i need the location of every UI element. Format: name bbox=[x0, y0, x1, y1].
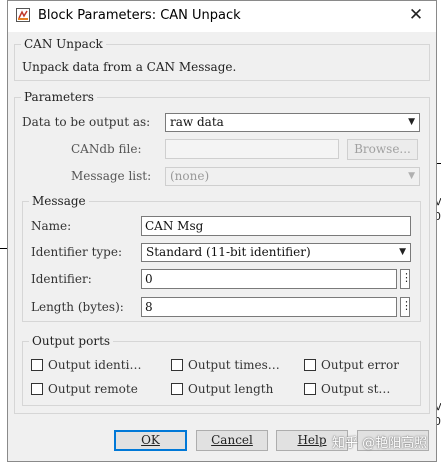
chevron-down-icon: ▼ bbox=[399, 247, 406, 257]
chevron-down-icon: ▼ bbox=[408, 171, 415, 181]
parameters-legend: Parameters bbox=[24, 90, 94, 104]
block-parameters-dialog: Block Parameters: CAN Unpack ✕ CAN Unpac… bbox=[7, 0, 437, 462]
background-line bbox=[437, 163, 441, 164]
browse-button[interactable]: Browse... bbox=[347, 139, 418, 160]
identifier-more-icon[interactable]: ⋮ bbox=[400, 269, 412, 289]
ok-button[interactable]: OK bbox=[114, 430, 187, 451]
length-field[interactable]: 8 bbox=[141, 297, 397, 317]
length-label: Length (bytes): bbox=[31, 300, 124, 314]
close-icon[interactable]: ✕ bbox=[406, 5, 426, 25]
message-legend: Message bbox=[32, 194, 86, 208]
cancel-button-label: Cancel bbox=[211, 433, 253, 447]
help-button-label: Help bbox=[297, 433, 327, 447]
title-bar[interactable]: Block Parameters: CAN Unpack ✕ bbox=[8, 1, 436, 32]
simulink-block-icon bbox=[16, 8, 30, 22]
candb-file-field[interactable] bbox=[165, 139, 339, 159]
output-as-dropdown[interactable]: raw data ▼ bbox=[165, 113, 420, 132]
identifier-label: Identifier: bbox=[31, 272, 92, 286]
output-length-checkbox[interactable] bbox=[171, 383, 183, 395]
window-title: Block Parameters: CAN Unpack bbox=[38, 8, 241, 23]
output-remote-label[interactable]: Output remote bbox=[48, 382, 138, 396]
identifier-type-label: Identifier type: bbox=[31, 245, 122, 259]
length-more-icon[interactable]: ⋮ bbox=[400, 297, 412, 317]
output-as-value: raw data bbox=[170, 115, 224, 129]
output-length-label[interactable]: Output length bbox=[188, 382, 273, 396]
message-list-value: (none) bbox=[170, 169, 210, 183]
output-status-checkbox[interactable] bbox=[304, 383, 316, 395]
output-remote-checkbox[interactable] bbox=[31, 383, 43, 395]
chevron-down-icon: ▼ bbox=[408, 117, 415, 127]
output-identifier-label[interactable]: Output identi… bbox=[48, 358, 141, 372]
message-name-field[interactable]: CAN Msg bbox=[141, 216, 411, 236]
output-timestamp-checkbox[interactable] bbox=[171, 359, 183, 371]
identifier-type-value: Standard (11-bit identifier) bbox=[146, 245, 311, 259]
candb-file-label: CANdb file: bbox=[71, 142, 142, 156]
description-text: Unpack data from a CAN Message. bbox=[22, 60, 237, 74]
description-legend: CAN Unpack bbox=[24, 37, 103, 51]
output-timestamp-label[interactable]: Output times… bbox=[188, 358, 280, 372]
output-status-label[interactable]: Output st… bbox=[321, 382, 390, 396]
description-group: CAN Unpack bbox=[14, 37, 430, 81]
ok-button-label: OK bbox=[141, 433, 160, 447]
message-name-label: Name: bbox=[31, 219, 72, 233]
identifier-type-dropdown[interactable]: Standard (11-bit identifier) ▼ bbox=[141, 243, 411, 262]
output-error-checkbox[interactable] bbox=[304, 359, 316, 371]
watermark: 知乎 @艳阳高照 bbox=[332, 436, 428, 451]
cancel-button[interactable]: Cancel bbox=[196, 430, 268, 451]
message-list-dropdown[interactable]: (none) ▼ bbox=[165, 167, 420, 186]
message-list-label: Message list: bbox=[71, 169, 152, 183]
output-error-label[interactable]: Output error bbox=[321, 358, 399, 372]
output-identifier-checkbox[interactable] bbox=[31, 359, 43, 371]
output-as-label: Data to be output as: bbox=[22, 115, 151, 129]
identifier-field[interactable]: 0 bbox=[141, 269, 397, 289]
output-ports-legend: Output ports bbox=[32, 334, 111, 348]
